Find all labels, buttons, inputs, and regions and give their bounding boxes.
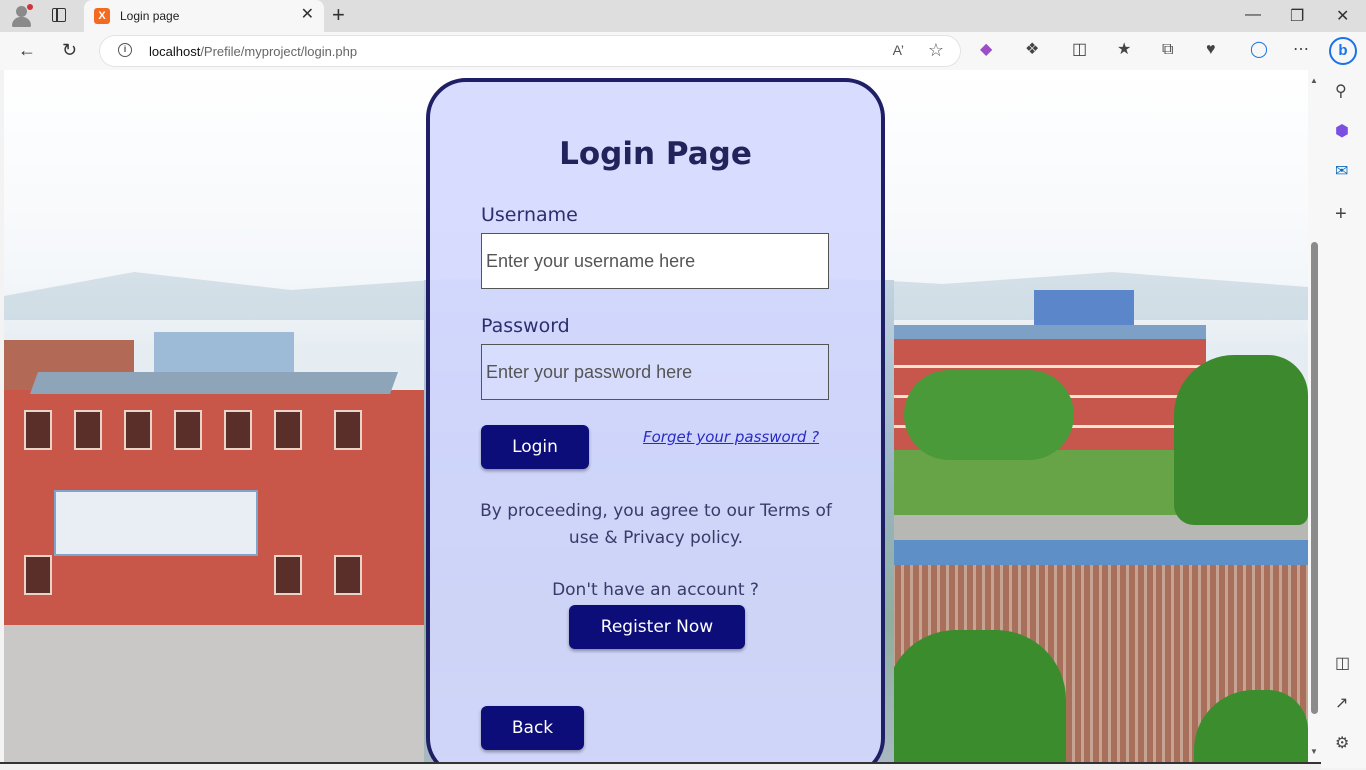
tab-login-page[interactable]: X Login page ✕ <box>84 0 324 32</box>
terms-text: By proceeding, you agree to our Terms of… <box>480 501 832 548</box>
scroll-down-icon[interactable]: ▼ <box>1310 747 1318 756</box>
profile-icon[interactable] <box>10 4 34 28</box>
tab-title: Login page <box>120 9 180 23</box>
info-icon[interactable]: i <box>118 43 132 57</box>
forget-password-link[interactable]: Forget your password ? <box>643 428 819 446</box>
gear-icon[interactable]: ⚙ <box>1335 736 1349 752</box>
back-arrow-icon[interactable]: ← <box>18 41 36 59</box>
puzzle-icon[interactable]: ❖ <box>1025 42 1039 58</box>
login-button[interactable]: Login <box>481 425 589 469</box>
tab-bar: X Login page ✕ + — ❐ ✕ <box>0 0 1366 32</box>
close-window-button[interactable]: ✕ <box>1336 6 1349 26</box>
more-icon[interactable]: ⋯ <box>1293 42 1309 58</box>
tab-actions-icon[interactable] <box>52 8 66 22</box>
password-label: Password <box>481 315 570 337</box>
refresh-icon[interactable]: ↻ <box>62 41 77 59</box>
read-aloud-icon[interactable]: A’ <box>893 42 904 58</box>
external-link-icon[interactable]: ↗ <box>1335 696 1348 712</box>
page-title: Login Page <box>559 136 752 172</box>
address-bar[interactable]: i localhost/Prefile/myproject/login.php … <box>100 36 960 66</box>
scroll-up-icon[interactable]: ▲ <box>1310 76 1318 85</box>
collections-icon[interactable]: ⧉ <box>1162 42 1173 58</box>
split-screen-icon[interactable]: ◫ <box>1072 42 1087 58</box>
register-button[interactable]: Register Now <box>569 605 745 649</box>
edge-icon[interactable]: ◯ <box>1250 42 1268 58</box>
favorites-icon[interactable]: ★ <box>1117 42 1131 58</box>
outlook-icon[interactable]: ✉ <box>1335 164 1348 180</box>
password-input[interactable] <box>481 344 829 400</box>
scroll-thumb[interactable] <box>1311 242 1318 714</box>
username-label: Username <box>481 204 578 226</box>
login-card: Login Page Username Password Login Forge… <box>426 78 885 762</box>
browser-essentials-icon[interactable]: ♥ <box>1206 42 1216 58</box>
minimize-button[interactable]: — <box>1245 6 1261 24</box>
edge-sidebar: ⚲ ⬢ ✉ + ◫ ↗ ⚙ <box>1321 70 1366 768</box>
url-text[interactable]: localhost/Prefile/myproject/login.php <box>149 44 357 59</box>
campus-sign-image <box>54 490 258 556</box>
copilot-sidebar-icon[interactable]: ⬢ <box>1335 124 1349 140</box>
no-account-text: Don't have an account ? <box>552 580 759 600</box>
search-icon[interactable]: ⚲ <box>1335 84 1347 100</box>
page-scrollbar[interactable]: ▲ ▼ <box>1308 70 1321 762</box>
window-bottom-edge <box>0 762 1321 770</box>
plus-icon[interactable]: + <box>1335 204 1347 224</box>
star-icon[interactable]: ☆ <box>928 40 944 61</box>
back-button[interactable]: Back <box>481 706 584 750</box>
navigation-bar: ← ↻ i localhost/Prefile/myproject/login.… <box>0 32 1366 70</box>
xampp-favicon-icon: X <box>94 8 110 24</box>
web-page: Login Page Username Password Login Forge… <box>4 70 1308 762</box>
bing-icon[interactable]: b <box>1329 37 1357 65</box>
username-input[interactable] <box>481 233 829 289</box>
copilot-icon[interactable]: ◆ <box>980 42 992 58</box>
sidebar-toggle-icon[interactable]: ◫ <box>1335 656 1350 672</box>
restore-button[interactable]: ❐ <box>1290 6 1304 26</box>
new-tab-button[interactable]: + <box>332 4 345 26</box>
tab-close-icon[interactable]: ✕ <box>301 7 314 23</box>
